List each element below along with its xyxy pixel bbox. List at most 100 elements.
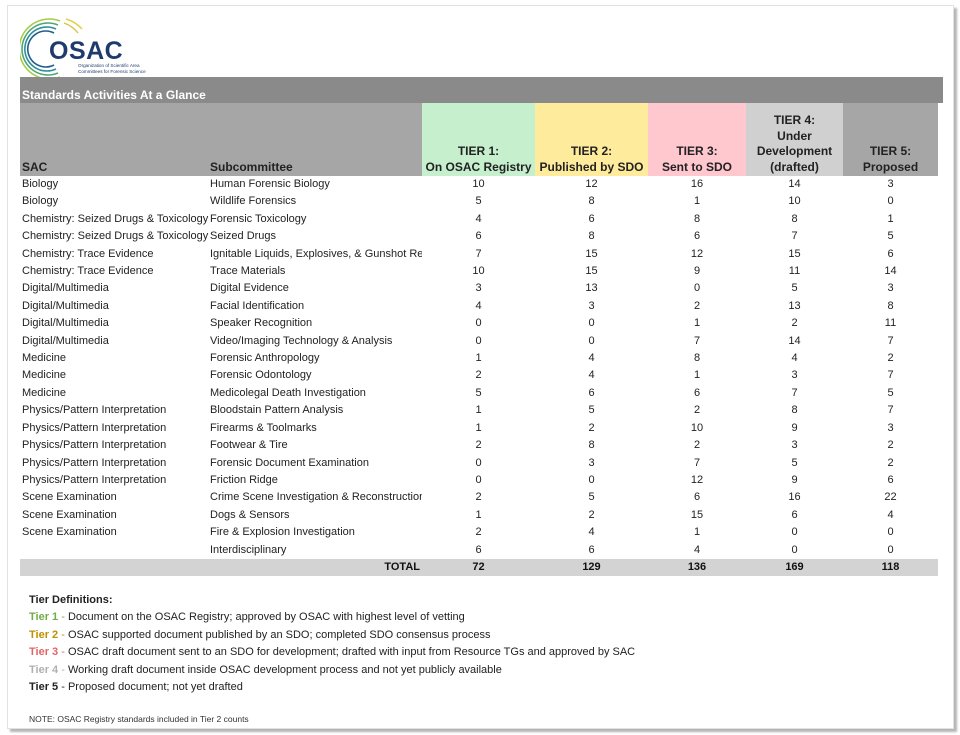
- cell-tier1: 5: [475, 386, 482, 399]
- cell-tier5: 2: [887, 439, 894, 452]
- table-row: Interdisciplinary 6 6 4 0 0: [20, 542, 938, 559]
- column-header-tier2: TIER 2: Published by SDO: [535, 103, 648, 176]
- cell-tier4: 6: [791, 508, 798, 521]
- cell-tier4: 0: [791, 526, 798, 539]
- cell-sac: Digital/Multimedia: [22, 282, 109, 295]
- cell-tier3: 4: [693, 543, 701, 556]
- cell-tier3: 12: [690, 473, 704, 486]
- cell-subcommittee: Trace Materials: [210, 265, 286, 278]
- header-line: Published by SDO: [539, 159, 644, 174]
- cell-subcommittee: Crime Scene Investigation & Reconstructi…: [210, 491, 422, 504]
- cell-subcommittee: Seized Drugs: [210, 230, 277, 243]
- cell-tier1: 10: [472, 265, 485, 278]
- cell-subcommittee: Firearms & Toolmarks: [210, 421, 317, 434]
- cell-tier2: 15: [585, 247, 598, 260]
- cell-subcommittee: Forensic Anthropology: [210, 352, 320, 365]
- table-row: Chemistry: Seized Drugs & Toxicology Fore…: [20, 211, 938, 228]
- table-row: Chemistry: Seized Drugs & Toxicology Seiz…: [20, 228, 938, 245]
- cell-subcommittee: Facial Identification: [210, 299, 305, 312]
- header-line: On OSAC Registry: [425, 159, 532, 174]
- cell-sac: Physics/Pattern Interpretation: [22, 404, 167, 417]
- cell-subcommittee: Medicolegal Death Investigation: [210, 386, 366, 399]
- cell-tier4: 4: [791, 352, 798, 365]
- table-row: Chemistry: Trace Evidence Trace Materials…: [20, 263, 938, 280]
- table-row: Physics/Pattern Interpretation Friction R…: [20, 472, 938, 489]
- footnote: NOTE: OSAC Registry standards included i…: [29, 714, 249, 724]
- cell-tier4: 10: [788, 195, 801, 208]
- cell-sac: Chemistry: Trace Evidence: [22, 247, 154, 260]
- cell-tier1: 2: [475, 439, 482, 452]
- table-row: Biology Wildlife Forensics 5 8 1 10 0: [20, 193, 938, 210]
- tier-key: Tier 1: [29, 611, 59, 624]
- cell-sac: Scene Examination: [22, 491, 117, 504]
- cell-subcommittee: Forensic Toxicology: [210, 212, 307, 225]
- cell-tier3: 6: [693, 230, 701, 243]
- cell-tier5: 5: [887, 230, 894, 243]
- cell-tier3: 1: [693, 369, 701, 382]
- cell-tier1: 1: [475, 352, 482, 365]
- column-header-subcommittee: Subcommittee: [210, 103, 422, 176]
- cell-sac: Medicine: [22, 369, 67, 382]
- cell-sac: Biology: [22, 195, 59, 208]
- cell-tier3: 1: [693, 526, 701, 539]
- cell-tier2: 8: [588, 439, 595, 452]
- cell-tier4: 8: [791, 212, 798, 225]
- cell-tier5: 3: [887, 421, 894, 434]
- table-row: Medicine Forensic Odontology 2 4 1 3 7: [20, 367, 938, 384]
- cell-tier1: 4: [475, 212, 482, 225]
- cell-tier5: 22: [884, 491, 897, 504]
- tier-separator: -: [58, 628, 68, 641]
- total-tier2: 129: [535, 558, 648, 577]
- cell-tier3: 0: [693, 282, 701, 295]
- cell-sac: Chemistry: Seized Drugs & Toxicology: [22, 230, 209, 243]
- cell-subcommittee: Ignitable Liquids, Explosives, & Gunshot…: [210, 247, 422, 260]
- cell-tier4: 7: [791, 386, 798, 399]
- header-line: TIER 2:: [570, 144, 613, 158]
- cell-tier2: 8: [588, 230, 595, 243]
- cell-tier2: 6: [588, 543, 595, 556]
- cell-tier1: 1: [475, 404, 482, 417]
- table-row: Biology Human Forensic Biology 10 12 16 14 3: [20, 176, 938, 193]
- column-header-tier1: TIER 1: On OSAC Registry: [422, 103, 535, 176]
- table-body: Biology Human Forensic Biology 10 12 16 14 3 Bi…: [20, 176, 938, 577]
- cell-tier3: 8: [693, 352, 701, 365]
- cell-tier2: 12: [585, 178, 598, 190]
- cell-tier4: 5: [791, 456, 798, 469]
- cell-tier3: 12: [690, 247, 704, 260]
- table-row: Chemistry: Trace Evidence Ignitable Liqui…: [20, 246, 938, 263]
- cell-tier3: 10: [690, 421, 704, 434]
- cell-tier3: 2: [693, 439, 701, 452]
- cell-subcommittee: Video/Imaging Technology & Analysis: [210, 334, 393, 347]
- tier-definition: Tier 1 - Document on the OSAC Registry; …: [29, 609, 635, 626]
- cell-tier4: 3: [791, 369, 798, 382]
- header-line: Development: [756, 144, 833, 158]
- logo-subtitle-line1: Organization of Scientific Area: [78, 63, 140, 68]
- cell-tier5: 5: [887, 386, 894, 399]
- cell-subcommittee: Footwear & Tire: [210, 439, 288, 452]
- cell-tier4: 3: [791, 439, 798, 452]
- table-row: Medicine Forensic Anthropology 1 4 8 4 2: [20, 350, 938, 367]
- cell-tier5: 8: [887, 299, 894, 312]
- cell-tier1: 1: [475, 508, 482, 521]
- tier-separator: -: [58, 646, 68, 659]
- table-row: Scene Examination Crime Scene Investigati…: [20, 489, 938, 506]
- cell-tier2: 3: [588, 456, 595, 469]
- cell-tier3: 2: [693, 299, 701, 312]
- cell-sac: Biology: [22, 178, 59, 190]
- cell-subcommittee: Forensic Odontology: [210, 369, 312, 382]
- cell-sac: Physics/Pattern Interpretation: [22, 439, 167, 452]
- page-title: Standards Activities At a Glance: [22, 88, 206, 102]
- cell-sac: Scene Examination: [22, 526, 117, 539]
- cell-sac: Digital/Multimedia: [22, 334, 109, 347]
- cell-tier4: 8: [791, 404, 798, 417]
- tier-key: Tier 3: [29, 646, 59, 659]
- table-header-row: SAC Subcommittee TIER 1: On OSAC Registry…: [20, 103, 938, 176]
- cell-tier1: 0: [475, 334, 482, 347]
- cell-tier4: 16: [788, 491, 801, 504]
- cell-tier2: 6: [588, 212, 595, 225]
- cell-tier2: 13: [585, 282, 598, 295]
- cell-sac: [20, 542, 210, 559]
- cell-tier3: 16: [690, 178, 704, 190]
- cell-tier5: 14: [884, 265, 897, 278]
- cell-tier2: 15: [585, 265, 598, 278]
